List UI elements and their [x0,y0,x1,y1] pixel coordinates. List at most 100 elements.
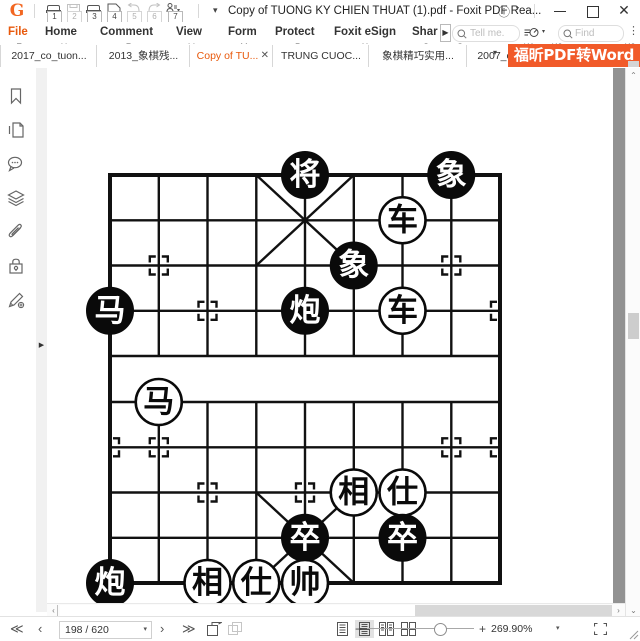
pdf-page: 将象车象马炮车马相仕卒卒炮相仕帅 [47,68,613,603]
layers-icon[interactable] [6,188,30,212]
ribbon-overflow-arrow-icon[interactable]: ▶ [440,24,451,42]
zoom-in-button[interactable]: + [479,621,486,637]
duplicate-view-icon[interactable] [228,622,243,636]
toolbar-divider [34,4,35,18]
rotate-view-icon[interactable] [207,622,222,636]
quick-save-button[interactable]: 2 [64,2,83,24]
quick-email-button[interactable]: 4 [104,2,123,24]
tab-share[interactable]: Shar [412,22,438,42]
zoom-slider-knob[interactable] [434,623,447,636]
quick-print-button[interactable]: 3 [84,2,103,24]
page-number-input[interactable]: 198 / 620 ▾ [59,621,152,639]
facing-view-button[interactable] [377,620,396,638]
read-aloud-caret-icon[interactable]: ▾ [542,28,545,35]
doc-tab-0[interactable]: 2017_co_tuon... [0,45,98,67]
scroll-up-icon[interactable]: ⌃ [626,68,640,83]
ribbon-more-options-icon[interactable]: ⋮ [628,26,639,37]
first-page-button[interactable]: ≪ [10,621,24,637]
page-number-caret-icon[interactable]: ▾ [143,622,147,638]
account-icon[interactable]: ⓘ [498,3,510,20]
piece-label: 仕 [241,565,272,601]
board-piece: 将 [281,151,329,199]
doc-tab-4[interactable]: 象棋精巧实用... [368,45,468,67]
facing-continuous-view-button[interactable] [399,620,418,638]
maximize-button[interactable] [576,0,608,22]
quick-share-button[interactable]: ▾ 7 [164,2,190,24]
previous-page-button[interactable]: ‹ [38,621,42,637]
piece-label: 相 [192,565,223,601]
piece-label: 象 [338,248,369,284]
vertical-scroll-thumb[interactable] [628,313,639,339]
bookmark-icon[interactable] [6,86,30,110]
document-title: Copy of TUONG KY CHIEN THUAT (1).pdf - F… [228,5,542,17]
board-piece: 马 [86,286,134,335]
tab-foxit-esign[interactable]: Foxit eSign [334,22,396,42]
doc-tab-2-active[interactable]: Copy of TU... ✕ [189,45,274,67]
vertical-scrollbar[interactable]: ⌃ ⌄ [625,61,640,618]
board-piece: 象 [427,151,476,199]
board-piece: 仕 [378,468,427,517]
promo-banner-text: 福昕PDF转Word [513,46,635,64]
next-page-button[interactable]: › [160,621,164,637]
doc-tab-2-label: Copy of TU... [196,50,259,62]
piece-label: 车 [387,293,418,329]
quick-redo-button[interactable]: 6 [144,2,163,24]
piece-label: 马 [95,293,126,329]
ribbon-tab-bar: File F Home H Comment R View V Form M Pr… [0,22,640,52]
close-button[interactable]: ✕ [608,0,640,22]
attachment-icon[interactable] [6,222,30,246]
board-piece: 炮 [86,559,134,603]
quick-open-file-button[interactable]: 1 [44,2,63,24]
zoom-out-button[interactable]: − [355,621,362,637]
horizontal-scroll-track[interactable] [415,605,612,616]
page-number-value: 198 / 620 [65,624,109,636]
piece-label: 炮 [290,293,321,329]
horizontal-scrollbar[interactable]: ‹ › [47,603,625,617]
scrollbar-top-nub [628,61,639,67]
tell-me-placeholder: Tell me. [470,28,505,39]
board-piece: 车 [378,286,427,336]
signature-icon[interactable] [6,290,30,314]
board-piece: 炮 [281,286,329,335]
piece-label: 象 [436,157,467,193]
horizontal-scroll-thumb[interactable] [60,605,415,616]
doc-tab-overflow-icon[interactable]: ▾ [493,48,497,57]
piece-label: 炮 [95,565,126,601]
quick-undo-button[interactable]: 5 [124,2,143,24]
title-dropdown-icon[interactable]: ▾ [213,5,218,16]
app-logo-icon: G [9,1,25,21]
window-resize-grip-icon[interactable] [627,628,639,640]
doc-tab-3-label: TRUNG CUOC... [281,50,361,62]
piece-label: 车 [387,202,418,238]
tab-home[interactable]: Home [45,22,77,42]
piece-label: 马 [143,384,174,420]
piece-label: 仕 [387,475,418,511]
tab-protect[interactable]: Protect [275,22,315,42]
rail-expand-icon[interactable]: ▶ [37,338,46,354]
read-aloud-icon[interactable] [524,27,539,38]
document-viewport[interactable]: 将象车象马炮车马相仕卒卒炮相仕帅 [47,68,625,603]
account-caret-icon[interactable]: ▾ [516,5,519,12]
promo-banner[interactable]: 福昕PDF转Word [508,44,640,67]
doc-tab-1[interactable]: 2013_象棋残... [96,45,191,67]
single-page-view-button[interactable] [333,620,352,638]
find-box[interactable]: Find [558,25,624,42]
piece-label: 将 [290,157,321,193]
fullscreen-icon[interactable] [594,623,607,635]
security-icon[interactable] [6,256,30,280]
tell-me-search-box[interactable]: Tell me. [452,25,520,42]
zoom-slider-track[interactable] [367,628,474,629]
comment-icon[interactable] [6,154,30,178]
doc-tab-2-close-icon[interactable]: ✕ [261,45,269,67]
zoom-level-caret-icon[interactable]: ▾ [556,621,560,637]
tab-comment[interactable]: Comment [100,22,153,42]
navigation-rail [0,68,36,612]
pages-icon[interactable] [6,120,30,144]
tab-form[interactable]: Form [228,22,257,42]
zoom-level-value[interactable]: 269.90% [491,621,532,637]
doc-tab-3[interactable]: TRUNG CUOC... [272,45,370,67]
minimize-button[interactable] [544,0,576,22]
tab-file[interactable]: File [8,22,28,42]
last-page-button[interactable]: ≫ [182,621,196,637]
tab-view[interactable]: View [176,22,202,42]
